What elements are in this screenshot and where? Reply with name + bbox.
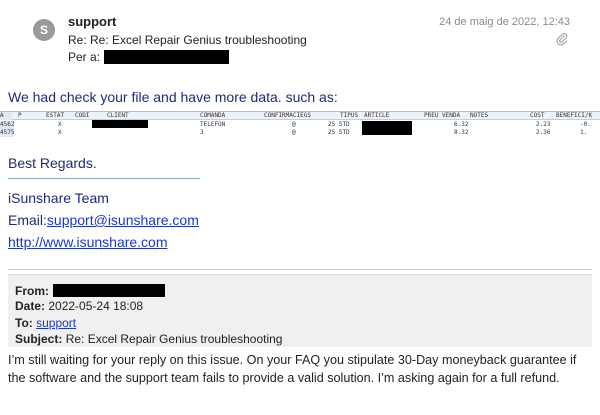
- spreadsheet-row: 4575 X 3 @ 25 STD 8.32 2.36 1.: [0, 129, 600, 137]
- column-header: BENEFICI/K: [556, 112, 593, 119]
- email-label: Email:: [8, 212, 47, 228]
- redacted-recipient[interactable]: [104, 50, 230, 64]
- cell-a: 4575: [0, 129, 15, 137]
- column-header: P: [18, 112, 22, 119]
- intro-text: We had check your file and have more dat…: [8, 89, 338, 105]
- recipient-line: Per a:: [68, 50, 230, 64]
- column-header: CONFIRMACIEGS: [264, 112, 311, 119]
- cell-p: X: [58, 129, 62, 136]
- paperclip-icon[interactable]: [556, 32, 568, 46]
- cell-cost: 2.23: [536, 121, 551, 128]
- cell-confirmacions: @: [292, 121, 296, 128]
- sender-avatar[interactable]: S: [33, 19, 55, 41]
- cell-p: X: [58, 121, 62, 128]
- cell-cost: 2.36: [536, 129, 551, 136]
- quoted-date: Date: 2022-05-24 18:08: [15, 299, 143, 313]
- column-header: NOTES: [470, 112, 489, 119]
- cell-preu: 6.32: [454, 121, 469, 128]
- quoted-to-label: To:: [15, 316, 33, 330]
- cell-a: 4562: [0, 121, 15, 129]
- quoted-from-label: From:: [15, 284, 49, 298]
- quote-divider: [8, 269, 592, 270]
- cell-preu: 8.32: [454, 129, 469, 136]
- recipient-label: Per a:: [68, 50, 101, 64]
- quoted-date-label: Date:: [15, 299, 46, 313]
- sender-name[interactable]: support: [68, 14, 116, 29]
- quoted-header-block: From: Date: 2022-05-24 18:08 To: support…: [8, 274, 592, 347]
- website-link[interactable]: http://www.isunshare.com: [8, 234, 168, 250]
- quoted-subject: Subject: Re: Excel Repair Genius trouble…: [15, 332, 282, 346]
- column-header: CODI: [75, 112, 90, 119]
- spreadsheet-row: 4562 X TELEFON @ 25 STD 6.32 2.23 -0.: [0, 120, 600, 135]
- quoted-date-value: 2022-05-24 18:08: [48, 299, 144, 313]
- column-header: COMANDA: [200, 112, 226, 119]
- message-header: S support 24 de maig de 2022, 12:43 Re: …: [0, 0, 600, 72]
- cell-confirmacions: @: [292, 129, 296, 136]
- customer-message: I’m still waiting for your reply on this…: [8, 353, 577, 385]
- signature-regards: Best Regards.: [8, 155, 97, 171]
- column-header: ESTAT: [46, 112, 65, 119]
- column-header: TIPUS: [340, 112, 359, 119]
- quoted-subject-label: Subject:: [15, 332, 63, 346]
- cell-tipus: 25 STD: [328, 129, 350, 136]
- signature-email-line: Email:support@isunshare.com: [8, 212, 199, 228]
- redacted-client: [92, 120, 148, 128]
- spreadsheet-header-row: A P ESTAT CODI CLIENT COMANDA CONFIRMACI…: [0, 112, 600, 120]
- quoted-from: From:: [15, 284, 165, 298]
- cell-benefici: 1.: [580, 129, 588, 136]
- signature-team: iSunshare Team: [8, 190, 109, 206]
- message-date: 24 de maig de 2022, 12:43: [439, 16, 570, 28]
- quoted-to-link[interactable]: support: [36, 316, 76, 330]
- column-header: PREU VENDA: [424, 112, 461, 119]
- message-subject: Re: Re: Excel Repair Genius troubleshoot…: [68, 33, 307, 47]
- support-email-link[interactable]: support@isunshare.com: [47, 212, 199, 228]
- redacted-sender: [53, 284, 165, 297]
- quoted-subject-value: Re: Excel Repair Genius troubleshooting: [65, 332, 283, 346]
- cell-benefici: -0.: [580, 121, 591, 128]
- cell-tipus: 25 STD: [328, 121, 350, 128]
- signature-divider: [8, 178, 200, 179]
- cell-comanda: 3: [200, 129, 204, 136]
- column-header: A: [0, 112, 12, 120]
- cell-comanda: TELEFON: [200, 121, 226, 128]
- column-header: COST: [530, 112, 545, 119]
- quoted-to: To: support: [15, 316, 76, 330]
- column-header: CLIENT: [107, 112, 129, 119]
- column-header: ARTICLE: [364, 112, 390, 119]
- spreadsheet-screenshot: A P ESTAT CODI CLIENT COMANDA CONFIRMACI…: [0, 111, 600, 137]
